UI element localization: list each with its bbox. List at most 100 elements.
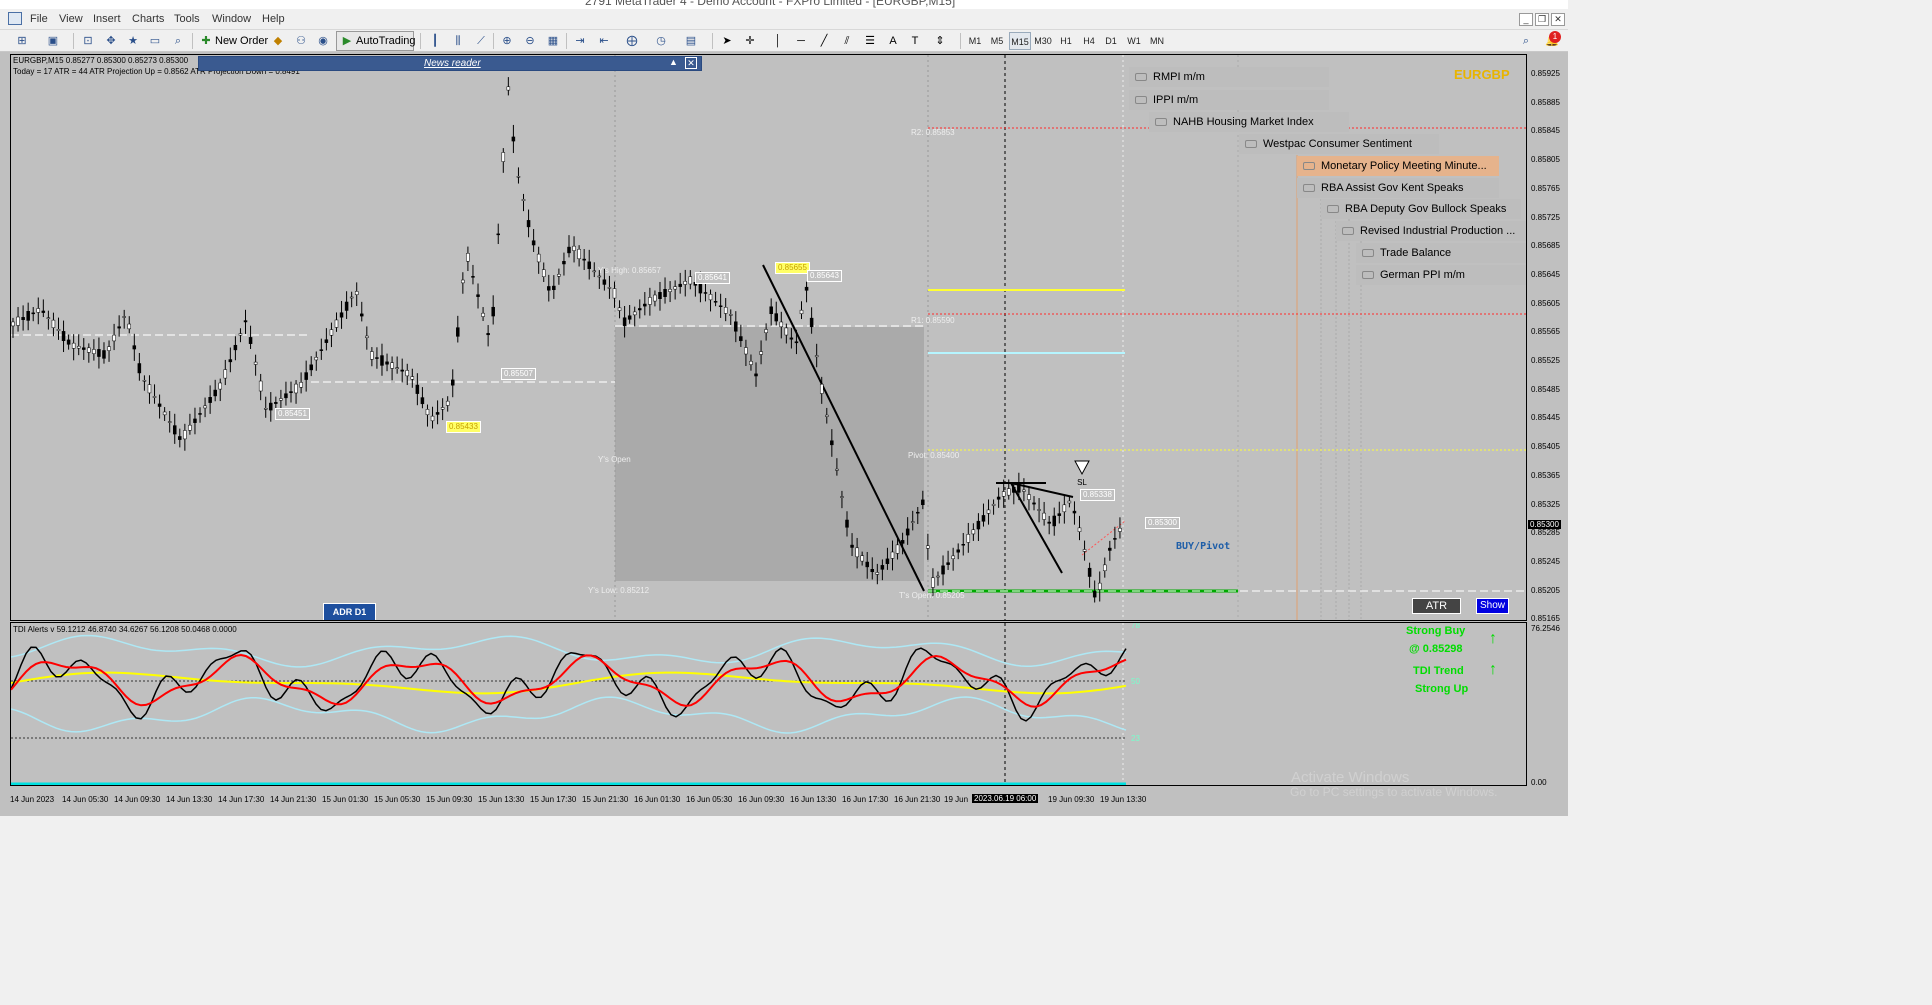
- price-chart[interactable]: SL EURGBP,M15 0.85277 0.85300 0.85273 0.…: [10, 54, 1527, 621]
- candle-body: [819, 383, 824, 394]
- candle-body: [349, 296, 354, 299]
- chart-window: SL EURGBP,M15 0.85277 0.85300 0.85273 0.…: [0, 52, 1568, 816]
- periods-icon[interactable]: ◷: [653, 33, 669, 49]
- show-button[interactable]: Show: [1476, 598, 1509, 614]
- fibonacci-icon[interactable]: ☰: [862, 33, 878, 49]
- candle-body: [339, 312, 344, 318]
- candle-body: [92, 349, 96, 354]
- candle-body: [607, 287, 612, 289]
- text-icon[interactable]: A: [885, 33, 901, 49]
- menu-help[interactable]: Help: [262, 13, 285, 25]
- autoscroll-icon[interactable]: ⇥: [572, 33, 588, 49]
- candle-body: [799, 309, 804, 314]
- news-item[interactable]: RMPI m/m: [1129, 67, 1329, 87]
- candle-body: [1022, 489, 1026, 492]
- news-item-highlighted[interactable]: Monetary Policy Meeting Minute...: [1297, 156, 1499, 176]
- cursor-icon[interactable]: ➤: [719, 33, 735, 49]
- new-order-button[interactable]: New Order: [215, 32, 268, 50]
- tf-h4[interactable]: H4: [1078, 32, 1100, 50]
- market-icon[interactable]: ⚇: [293, 33, 309, 49]
- tf-w1[interactable]: W1: [1123, 32, 1145, 50]
- candle-body: [506, 86, 511, 91]
- data-window-icon[interactable]: ✥: [103, 33, 119, 49]
- profiles-icon[interactable]: ▣: [45, 33, 61, 49]
- menu-insert[interactable]: Insert: [93, 13, 121, 25]
- app-icon[interactable]: [8, 12, 22, 25]
- arrows-icon[interactable]: ⇕: [932, 33, 948, 49]
- line-chart-icon[interactable]: ⟋: [473, 33, 489, 49]
- news-reader-label[interactable]: News reader: [424, 58, 481, 69]
- candle-body: [309, 364, 313, 371]
- menu-window[interactable]: Window: [212, 13, 251, 25]
- crosshair-icon[interactable]: ✛: [742, 33, 758, 49]
- market-watch-icon[interactable]: ⊡: [80, 33, 96, 49]
- autotrading-button[interactable]: ▶ AutoTrading: [336, 31, 416, 51]
- search-icon[interactable]: ⌕: [1518, 33, 1534, 49]
- tile-windows-icon[interactable]: ▦: [545, 33, 561, 49]
- news-item[interactable]: Trade Balance: [1356, 243, 1526, 263]
- metaeditor-icon[interactable]: ◆: [270, 33, 286, 49]
- candle-body: [557, 274, 561, 277]
- menu-charts[interactable]: Charts: [132, 13, 164, 25]
- new-chart-icon[interactable]: ⊞: [14, 33, 30, 49]
- close-icon[interactable]: ✕: [1551, 13, 1565, 26]
- candle-body: [289, 391, 293, 393]
- strong-buy-price: @ 0.85298: [1409, 643, 1463, 655]
- news-reader-bar[interactable]: News reader ▲ ✕: [198, 56, 702, 71]
- candle-body: [122, 316, 126, 318]
- bar-chart-icon[interactable]: ┃: [427, 33, 443, 49]
- close-news-icon[interactable]: ✕: [685, 57, 697, 69]
- tf-mn[interactable]: MN: [1146, 32, 1168, 50]
- atr-button[interactable]: ATR: [1412, 598, 1461, 614]
- candle-body: [243, 320, 248, 323]
- news-item[interactable]: IPPI m/m: [1129, 90, 1329, 110]
- tf-h1[interactable]: H1: [1055, 32, 1077, 50]
- tf-m1[interactable]: M1: [964, 32, 986, 50]
- terminal-icon[interactable]: ▭: [147, 33, 163, 49]
- tdi-level-label: 78: [1131, 622, 1140, 630]
- menu-file[interactable]: File: [30, 13, 48, 25]
- templates-icon[interactable]: ▤: [683, 33, 699, 49]
- trendline-icon[interactable]: ╱: [816, 33, 832, 49]
- tf-m15[interactable]: M15: [1009, 32, 1031, 50]
- news-item[interactable]: RBA Deputy Gov Bullock Speaks: [1321, 199, 1521, 219]
- news-item[interactable]: NAHB Housing Market Index: [1149, 112, 1349, 132]
- news-item[interactable]: German PPI m/m: [1356, 265, 1526, 285]
- new-order-icon[interactable]: ✚: [198, 33, 214, 49]
- candlestick-icon[interactable]: ⫼: [450, 33, 466, 49]
- window-title: 2791 MetaTrader 4 - Demo Account - FXPro…: [585, 0, 956, 8]
- signals-icon[interactable]: ◉: [315, 33, 331, 49]
- menu-view[interactable]: View: [59, 13, 83, 25]
- candle-body: [1017, 483, 1021, 493]
- tf-d1[interactable]: D1: [1100, 32, 1122, 50]
- news-item[interactable]: Westpac Consumer Sentiment: [1239, 134, 1439, 154]
- adr-d1-button[interactable]: ADR D1: [323, 603, 376, 620]
- tf-m5[interactable]: M5: [986, 32, 1008, 50]
- tester-icon[interactable]: ⌕: [170, 33, 186, 49]
- restore-icon[interactable]: ❐: [1535, 13, 1549, 26]
- navigator-icon[interactable]: ★: [125, 33, 141, 49]
- candle-body: [491, 306, 495, 317]
- news-item[interactable]: Revised Industrial Production ...: [1336, 221, 1526, 241]
- text-label-icon[interactable]: T: [907, 33, 923, 49]
- candle-body: [1032, 502, 1036, 505]
- price-label: 0.85451: [275, 408, 310, 420]
- price-axis: 0.85925 0.85885 0.85845 0.85805 0.85765 0.857…: [1527, 54, 1568, 787]
- candle-body: [789, 337, 794, 340]
- vertical-line-icon[interactable]: │: [770, 33, 786, 49]
- horizontal-line-icon[interactable]: ─: [793, 33, 809, 49]
- channel-icon[interactable]: ⫽: [839, 33, 855, 49]
- news-item[interactable]: RBA Assist Gov Kent Speaks: [1297, 178, 1499, 198]
- indicators-icon[interactable]: ⨁: [624, 33, 640, 49]
- chart-shift-icon[interactable]: ⇤: [596, 33, 612, 49]
- collapse-icon[interactable]: ▲: [669, 57, 678, 67]
- zoom-out-icon[interactable]: ⊖: [522, 33, 538, 49]
- tdi-indicator-panel[interactable]: TDI Alerts v 59.1212 46.8740 34.6267 56.…: [10, 622, 1527, 786]
- candle-body: [380, 355, 384, 366]
- zoom-in-icon[interactable]: ⊕: [499, 33, 515, 49]
- candle-body: [678, 283, 682, 287]
- candles: [11, 77, 1122, 603]
- tf-m30[interactable]: M30: [1032, 32, 1054, 50]
- minimize-icon[interactable]: _: [1519, 13, 1533, 26]
- menu-tools[interactable]: Tools: [174, 13, 200, 25]
